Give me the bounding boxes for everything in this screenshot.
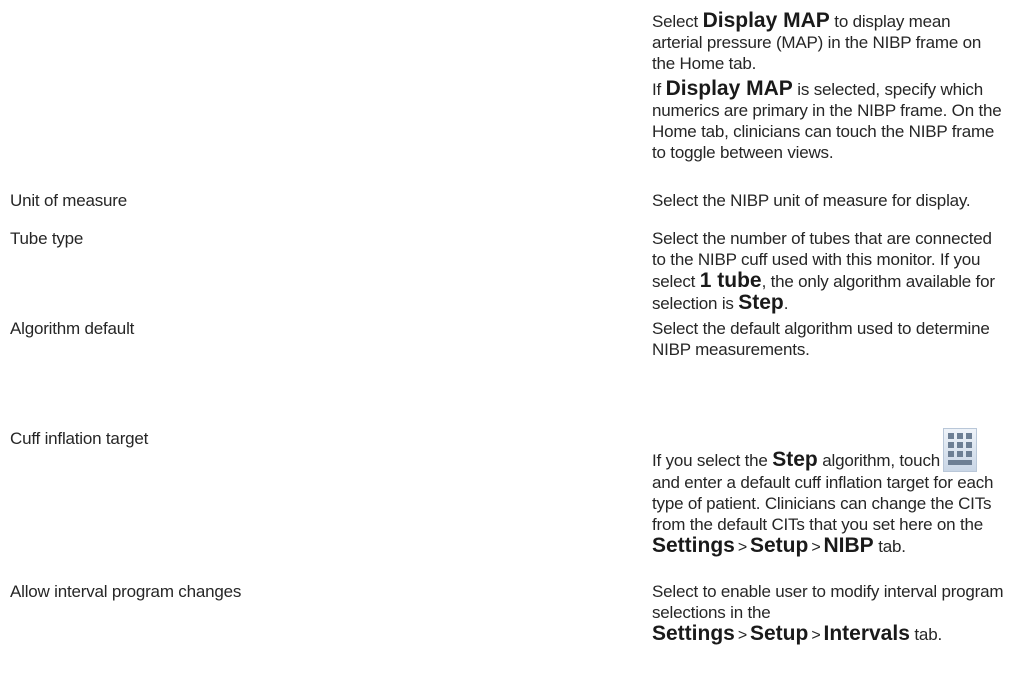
row-label-algorithm-default: Algorithm default bbox=[10, 319, 135, 338]
display-map-numerics-description: If Display MAP is selected, specify whic… bbox=[652, 78, 1004, 163]
emphasis: Settings bbox=[652, 534, 735, 557]
emphasis: Display MAP bbox=[702, 9, 830, 32]
keypad-icon bbox=[943, 428, 977, 472]
row-desc-unit-of-measure: Select the NIBP unit of measure for disp… bbox=[652, 191, 971, 210]
text: If bbox=[652, 80, 666, 99]
text: . bbox=[783, 294, 789, 313]
row-label-unit-of-measure: Unit of measure bbox=[10, 191, 127, 210]
emphasis: Step bbox=[772, 448, 818, 471]
row-desc-cuff-inflation-target: If you select the Step algorithm, touch … bbox=[652, 428, 1004, 558]
separator: > bbox=[811, 539, 821, 556]
emphasis: Step bbox=[738, 291, 784, 314]
row-desc-tube-type: Select the number of tubes that are conn… bbox=[652, 228, 1004, 314]
emphasis: Setup bbox=[750, 534, 809, 557]
separator: > bbox=[811, 627, 821, 644]
text: and enter a default cuff inflation targe… bbox=[652, 473, 994, 534]
emphasis: Settings bbox=[652, 622, 735, 645]
text: If you select the bbox=[652, 451, 773, 470]
emphasis: Display MAP bbox=[665, 77, 793, 100]
text: tab. bbox=[873, 537, 906, 556]
text: Select bbox=[652, 12, 703, 31]
text: Select to enable user to modify interval… bbox=[652, 582, 1004, 622]
row-desc-algorithm-default: Select the default algorithm used to det… bbox=[652, 319, 990, 359]
emphasis: 1 tube bbox=[699, 269, 762, 292]
emphasis: Intervals bbox=[823, 622, 910, 645]
row-label-cuff-inflation-target: Cuff inflation target bbox=[10, 429, 149, 448]
document-page: Select Display MAP to display mean arter… bbox=[0, 0, 1010, 679]
separator: > bbox=[737, 539, 747, 556]
keypad-icon-graphic bbox=[948, 433, 972, 465]
text: algorithm, touch bbox=[817, 451, 940, 470]
separator: > bbox=[737, 627, 747, 644]
row-label-tube-type: Tube type bbox=[10, 229, 84, 248]
row-label-allow-interval-program-changes: Allow interval program changes bbox=[10, 582, 242, 601]
emphasis: Setup bbox=[750, 622, 809, 645]
text: tab. bbox=[909, 625, 942, 644]
row-desc-allow-interval-program-changes: Select to enable user to modify interval… bbox=[652, 581, 1004, 646]
display-map-description: Select Display MAP to display mean arter… bbox=[652, 10, 1004, 74]
emphasis: NIBP bbox=[823, 534, 874, 557]
